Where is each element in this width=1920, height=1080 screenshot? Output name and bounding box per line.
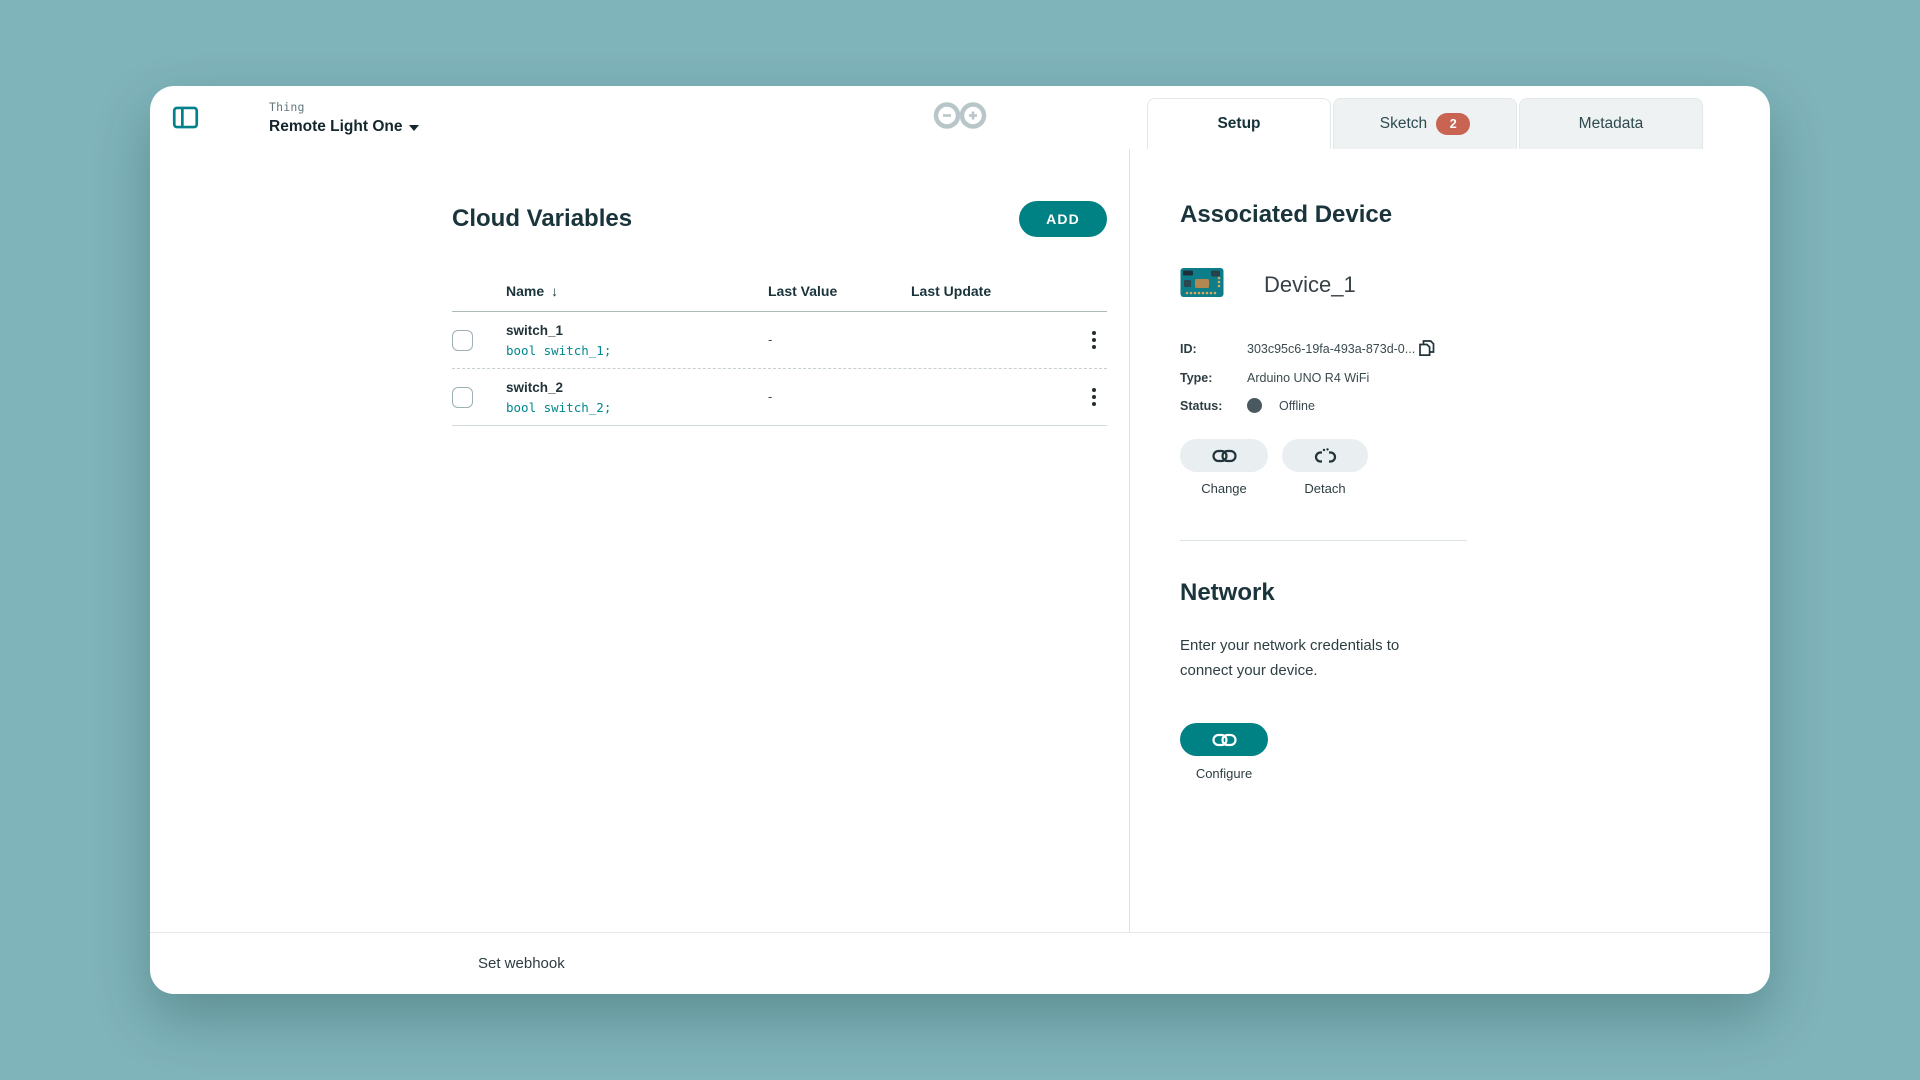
device-summary-row: Device_1 xyxy=(1180,267,1770,303)
thing-name-dropdown[interactable]: Remote Light One xyxy=(269,118,419,136)
variable-name-cell[interactable]: switch_1 bool switch_1; xyxy=(506,323,768,358)
variable-name-cell[interactable]: switch_2 bool switch_2; xyxy=(506,380,768,415)
row-checkbox-cell xyxy=(452,330,506,351)
sidebar-panel-icon xyxy=(172,118,199,135)
detach-device-label: Detach xyxy=(1304,481,1345,496)
sidebar-toggle-button[interactable] xyxy=(172,104,199,131)
variable-declaration: bool switch_1; xyxy=(506,343,611,358)
column-last-value-label: Last Value xyxy=(768,283,837,299)
variables-table-header: Name ↓ Last Value Last Update xyxy=(452,277,1107,312)
tab-setup-label: Setup xyxy=(1217,115,1260,133)
column-name-label: Name xyxy=(506,283,544,299)
row-menu-cell xyxy=(1081,384,1107,410)
variable-name: switch_2 xyxy=(506,380,611,395)
tab-metadata-label: Metadata xyxy=(1579,115,1644,133)
thing-tabs: Setup Sketch 2 Metadata xyxy=(1147,86,1703,149)
network-title: Network xyxy=(1180,579,1770,607)
thing-detail-card: Thing Remote Light One Setup Sketch 2 xyxy=(150,86,1770,994)
row-menu-cell xyxy=(1081,327,1107,353)
tab-sketch[interactable]: Sketch 2 xyxy=(1333,98,1517,149)
device-name: Device_1 xyxy=(1264,272,1356,298)
set-webhook-link[interactable]: Set webhook xyxy=(478,955,565,972)
cloud-variables-header: Cloud Variables ADD xyxy=(452,201,1107,237)
add-variable-button[interactable]: ADD xyxy=(1019,201,1107,237)
change-device-group: Change xyxy=(1180,439,1268,496)
tab-sketch-label: Sketch xyxy=(1380,115,1427,133)
broken-link-icon xyxy=(1313,448,1338,464)
device-panel: Associated Device xyxy=(1130,149,1770,932)
sort-descending-icon: ↓ xyxy=(551,283,558,299)
row-kebab-menu-icon[interactable] xyxy=(1088,327,1100,353)
offline-status-dot xyxy=(1247,398,1262,413)
variable-declaration: bool switch_2; xyxy=(506,400,611,415)
associated-device-title: Associated Device xyxy=(1180,201,1770,229)
chevron-down-icon xyxy=(409,125,419,131)
detach-device-group: Detach xyxy=(1282,439,1368,496)
configure-network-label: Configure xyxy=(1196,766,1252,781)
last-value: - xyxy=(768,389,772,404)
device-id-label: ID: xyxy=(1180,342,1247,356)
thing-label: Thing xyxy=(269,100,419,114)
row-checkbox-cell xyxy=(452,387,506,408)
last-value: - xyxy=(768,332,772,347)
device-type-row: Type: Arduino UNO R4 WiFi xyxy=(1180,371,1770,385)
variable-name: switch_1 xyxy=(506,323,611,338)
variables-table: Name ↓ Last Value Last Update xyxy=(452,277,1107,426)
thing-name-text: Remote Light One xyxy=(269,118,402,136)
thing-body: Cloud Variables ADD Name ↓ Last Value La… xyxy=(150,149,1770,932)
column-header-last-value: Last Value xyxy=(768,283,911,299)
copy-icon xyxy=(1417,339,1436,358)
row-kebab-menu-icon[interactable] xyxy=(1088,384,1100,410)
link-icon xyxy=(1212,449,1237,463)
tab-setup[interactable]: Setup xyxy=(1147,98,1331,149)
device-board-thumbnail xyxy=(1180,267,1224,303)
row-checkbox[interactable] xyxy=(452,330,473,351)
column-header-name[interactable]: Name ↓ xyxy=(506,283,768,299)
tab-metadata[interactable]: Metadata xyxy=(1519,98,1703,149)
row-checkbox[interactable] xyxy=(452,387,473,408)
last-value-cell: - xyxy=(768,388,911,406)
network-description: Enter your network credentials to connec… xyxy=(1180,633,1442,683)
table-row-switch-2: switch_2 bool switch_2; - xyxy=(452,369,1107,426)
last-value-cell: - xyxy=(768,331,911,349)
link-icon xyxy=(1212,733,1237,747)
device-id-row: ID: 303c95c6-19fa-493a-873d-0... xyxy=(1180,339,1770,358)
device-actions: Change Detach xyxy=(1180,439,1770,496)
device-status-label: Status: xyxy=(1180,399,1247,413)
device-status-value: Offline xyxy=(1279,399,1315,413)
device-status-row: Status: Offline xyxy=(1180,398,1770,413)
detach-device-button[interactable] xyxy=(1282,439,1368,472)
device-type-label: Type: xyxy=(1180,371,1247,385)
configure-network-button[interactable] xyxy=(1180,723,1268,756)
column-last-update-label: Last Update xyxy=(911,283,991,299)
sketch-count-badge: 2 xyxy=(1436,113,1470,135)
thing-header: Thing Remote Light One Setup Sketch 2 xyxy=(150,86,1770,149)
thing-footer: Set webhook xyxy=(150,932,1770,994)
device-id-value: 303c95c6-19fa-493a-873d-0... xyxy=(1247,342,1415,356)
arduino-logo-icon xyxy=(931,100,989,135)
change-device-label: Change xyxy=(1201,481,1247,496)
panel-divider xyxy=(1180,540,1467,541)
change-device-button[interactable] xyxy=(1180,439,1268,472)
configure-network-group: Configure xyxy=(1180,723,1268,781)
cloud-variables-title: Cloud Variables xyxy=(452,205,632,233)
table-row-switch-1: switch_1 bool switch_1; - xyxy=(452,312,1107,369)
cloud-variables-panel: Cloud Variables ADD Name ↓ Last Value La… xyxy=(150,149,1130,932)
copy-id-button[interactable] xyxy=(1417,339,1436,358)
column-header-last-update: Last Update xyxy=(911,283,1081,299)
device-type-value: Arduino UNO R4 WiFi xyxy=(1247,371,1369,385)
thing-title-block: Thing Remote Light One xyxy=(269,100,419,136)
